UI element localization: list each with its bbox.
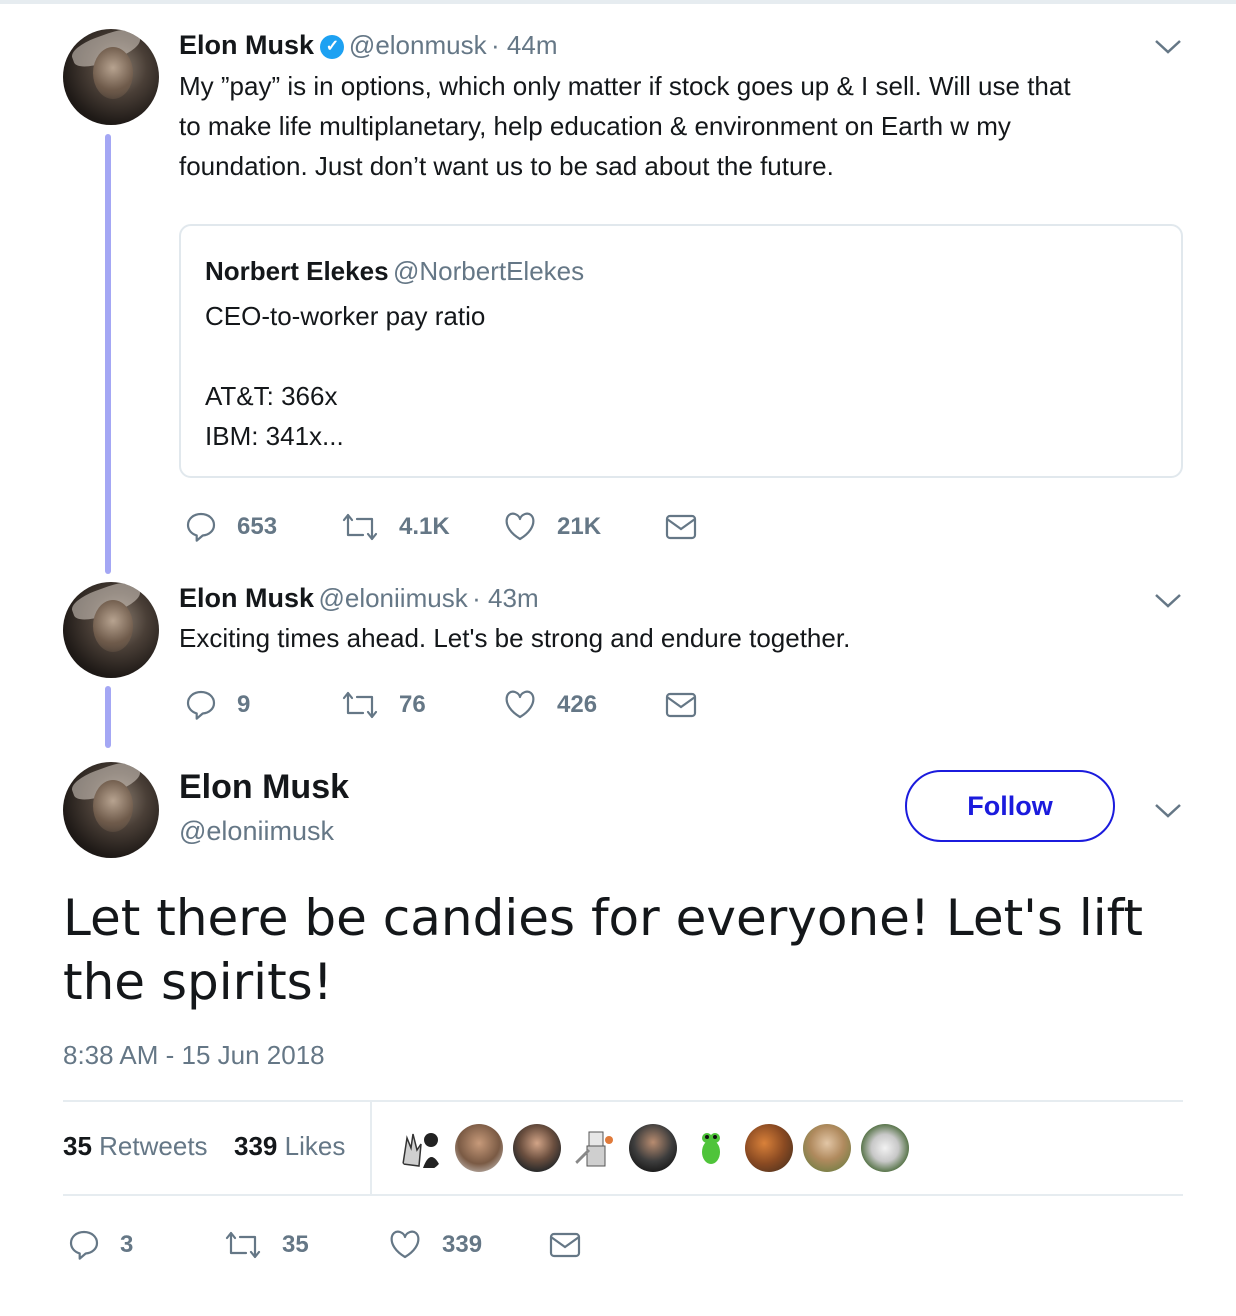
tweet-time[interactable]: · 44m bbox=[491, 30, 557, 60]
tweet-actions: 653 4.1K 21K bbox=[185, 507, 785, 547]
retweet-count: 76 bbox=[399, 691, 426, 718]
message-icon bbox=[665, 692, 697, 718]
reply-count: 3 bbox=[120, 1231, 134, 1258]
author-handle[interactable]: @eloniimusk bbox=[318, 583, 467, 613]
like-count: 426 bbox=[557, 691, 598, 718]
tweet-header: Elon Musk ✓ @elonmusk · 44m bbox=[179, 30, 558, 61]
liker-avatar[interactable] bbox=[397, 1124, 445, 1172]
avatar[interactable] bbox=[63, 582, 159, 678]
quoted-author-name: Norbert Elekes bbox=[205, 256, 389, 286]
like-button[interactable]: 339 bbox=[388, 1225, 482, 1265]
tweet-time[interactable]: · 43m bbox=[472, 583, 538, 613]
reply-button[interactable]: 9 bbox=[185, 685, 250, 725]
like-icon bbox=[505, 512, 535, 541]
author-name[interactable]: Elon Musk bbox=[179, 583, 314, 613]
tweet-header: Elon Musk @eloniimusk · 43m bbox=[179, 583, 539, 614]
retweet-count: 35 bbox=[282, 1231, 309, 1258]
reply-button[interactable]: 653 bbox=[185, 507, 277, 547]
liker-avatar[interactable] bbox=[571, 1124, 619, 1172]
tweet-actions: 9 76 426 bbox=[185, 685, 785, 725]
chevron-down-icon[interactable] bbox=[1153, 590, 1183, 610]
reply-icon bbox=[186, 690, 216, 720]
message-button[interactable] bbox=[665, 507, 697, 547]
stats-divider bbox=[370, 1102, 372, 1194]
likes-stat-label: Likes bbox=[284, 1131, 346, 1161]
liker-avatar[interactable] bbox=[687, 1124, 735, 1172]
like-icon bbox=[390, 1230, 420, 1259]
divider bbox=[63, 1194, 1183, 1196]
avatar[interactable] bbox=[63, 29, 159, 125]
reply-icon bbox=[69, 1230, 99, 1260]
avatar-face bbox=[93, 780, 133, 832]
tweet-timestamp[interactable]: 8:38 AM - 15 Jun 2018 bbox=[63, 1040, 325, 1071]
liker-avatar[interactable] bbox=[629, 1124, 677, 1172]
reply-count: 653 bbox=[237, 513, 278, 540]
thread-line bbox=[105, 686, 111, 748]
like-count: 339 bbox=[442, 1231, 483, 1258]
reply-button[interactable]: 3 bbox=[68, 1225, 133, 1265]
retweets-stat-label: Retweets bbox=[99, 1131, 208, 1161]
retweet-icon bbox=[342, 513, 378, 541]
likes-stat[interactable]: 339 Likes bbox=[234, 1131, 345, 1162]
like-button[interactable]: 21K bbox=[503, 507, 601, 547]
avatar[interactable] bbox=[63, 762, 159, 858]
retweets-stat[interactable]: 35 Retweets bbox=[63, 1131, 208, 1162]
chevron-down-icon[interactable] bbox=[1153, 800, 1183, 820]
verified-badge-icon: ✓ bbox=[320, 35, 345, 59]
liker-avatar[interactable] bbox=[745, 1124, 793, 1172]
retweets-stat-count: 35 bbox=[63, 1131, 92, 1161]
liker-avatar[interactable] bbox=[803, 1124, 851, 1172]
message-button[interactable] bbox=[665, 685, 697, 725]
author-name[interactable]: Elon Musk bbox=[179, 30, 314, 60]
author-handle[interactable]: @eloniimusk bbox=[179, 816, 334, 847]
retweet-icon bbox=[342, 691, 378, 719]
liker-avatar[interactable] bbox=[861, 1124, 909, 1172]
quoted-line: IBM: 341x... bbox=[205, 421, 344, 451]
quoted-line: CEO-to-worker pay ratio bbox=[205, 301, 486, 331]
liker-avatar[interactable] bbox=[513, 1124, 561, 1172]
liker-avatar[interactable] bbox=[455, 1124, 503, 1172]
divider bbox=[63, 1100, 1183, 1102]
retweet-button[interactable]: 76 bbox=[341, 685, 426, 725]
like-icon bbox=[505, 690, 535, 719]
retweet-icon bbox=[225, 1231, 261, 1259]
thread-line bbox=[105, 134, 111, 574]
main-tweet-text: Let there be candies for everyone! Let's… bbox=[63, 889, 1143, 1011]
quoted-tweet-header: Norbert Elekes @NorbertElekes bbox=[205, 256, 584, 287]
retweet-count: 4.1K bbox=[399, 513, 450, 540]
like-button[interactable]: 426 bbox=[503, 685, 597, 725]
avatar-face bbox=[93, 600, 133, 652]
tweet-actions: 3 35 339 bbox=[68, 1225, 668, 1265]
message-icon bbox=[549, 1232, 581, 1258]
message-icon bbox=[665, 514, 697, 540]
retweet-button[interactable]: 35 bbox=[224, 1225, 309, 1265]
tweet-text-line: My ”pay” is in options, which only matte… bbox=[179, 71, 1071, 101]
reply-icon bbox=[186, 512, 216, 542]
tweet-text: My ”pay” is in options, which only matte… bbox=[179, 66, 1179, 186]
tweet-text: Exciting times ahead. Let's be strong an… bbox=[179, 623, 851, 653]
message-button[interactable] bbox=[549, 1225, 581, 1265]
retweet-button[interactable]: 4.1K bbox=[341, 507, 450, 547]
quoted-author-handle: @NorbertElekes bbox=[392, 256, 585, 286]
author-handle[interactable]: @elonmusk bbox=[349, 30, 487, 60]
avatar-face bbox=[93, 47, 133, 99]
quoted-tweet[interactable]: Norbert Elekes @NorbertElekes CEO-to-wor… bbox=[179, 224, 1183, 478]
tweet-text-line: foundation. Just don’t want us to be sad… bbox=[179, 151, 834, 181]
follow-button[interactable]: Follow bbox=[905, 770, 1115, 842]
like-count: 21K bbox=[557, 513, 602, 540]
top-border bbox=[0, 0, 1236, 4]
chevron-down-icon[interactable] bbox=[1153, 36, 1183, 56]
likes-stat-count: 339 bbox=[234, 1131, 278, 1161]
quoted-line: AT&T: 366x bbox=[205, 381, 338, 411]
reply-count: 9 bbox=[237, 691, 251, 718]
tweet-text-line: to make life multiplanetary, help educat… bbox=[179, 111, 1011, 141]
author-name[interactable]: Elon Musk bbox=[179, 768, 349, 807]
